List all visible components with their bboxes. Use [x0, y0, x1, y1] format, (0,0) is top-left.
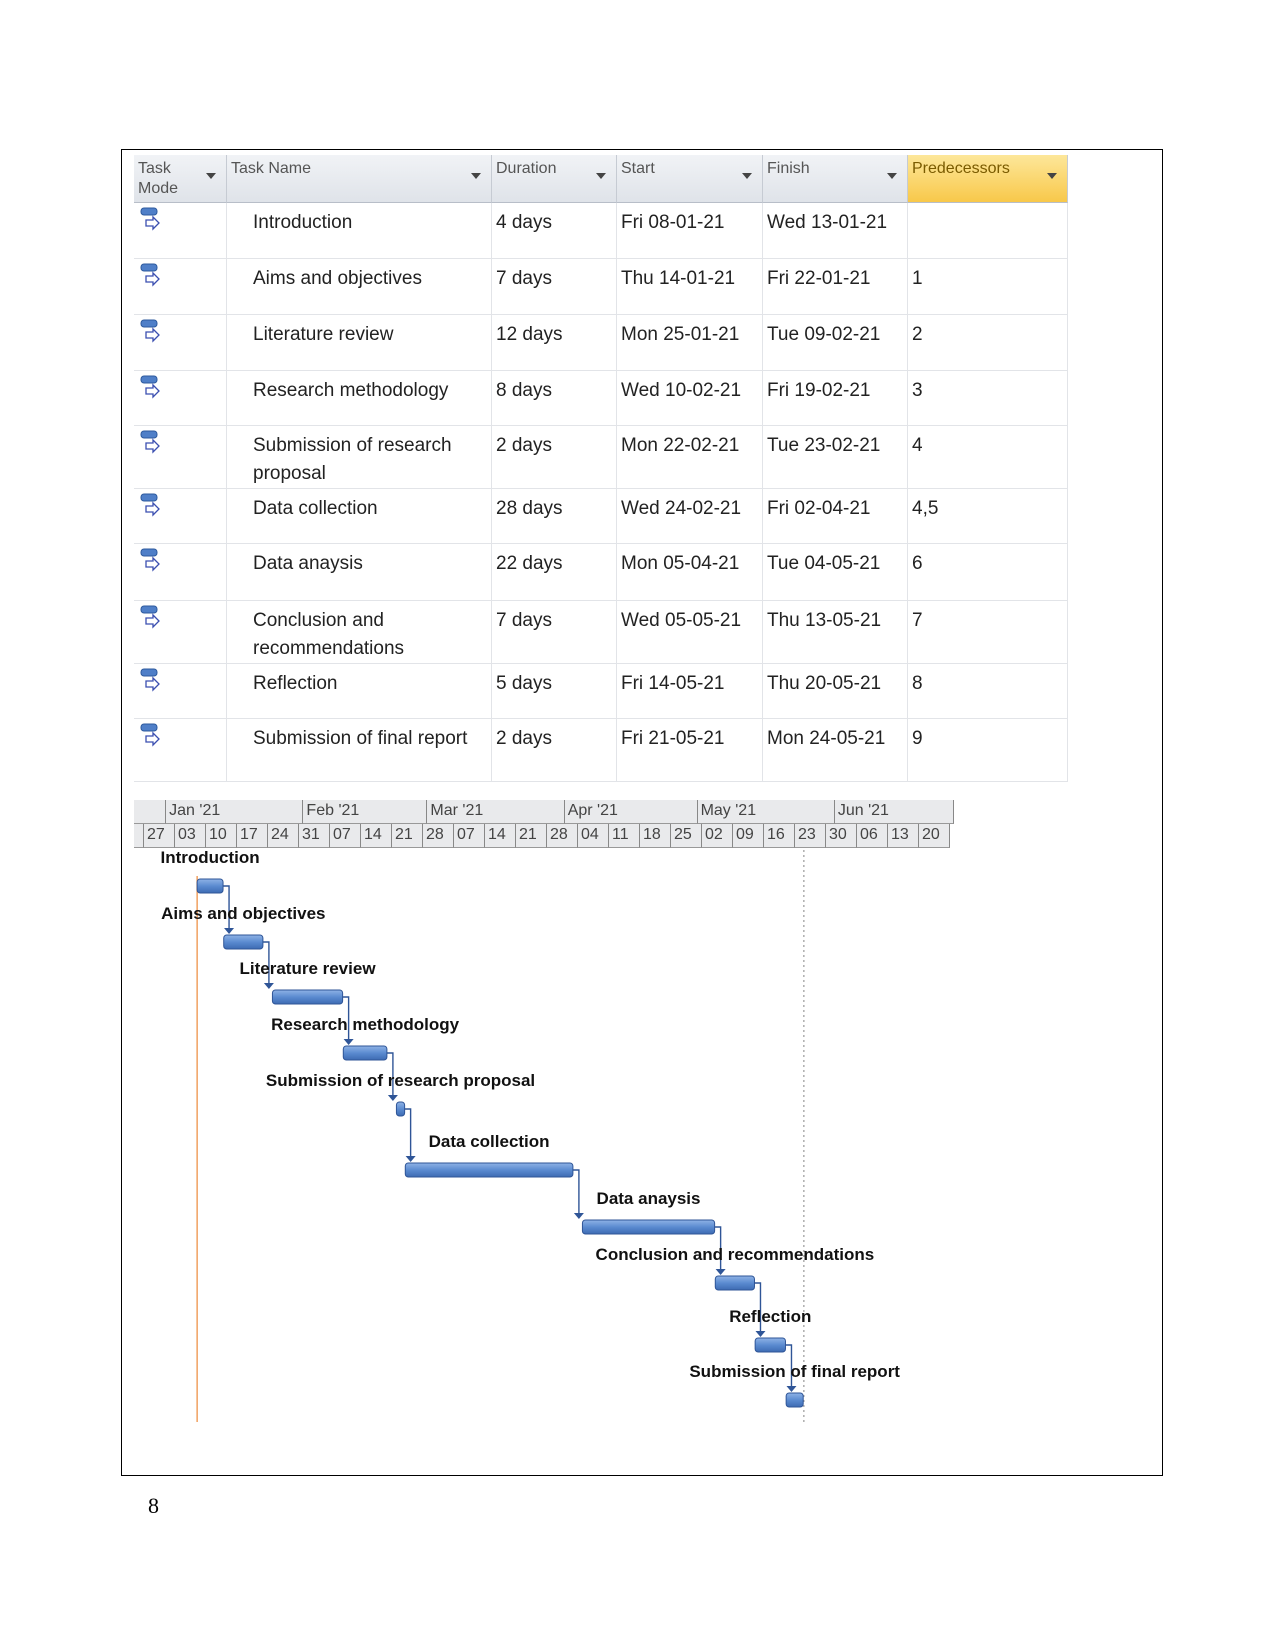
page-number: 8	[148, 1493, 159, 1518]
gantt-bar	[714, 1275, 755, 1291]
gantt-bar	[342, 1045, 388, 1061]
gantt-bar	[785, 1392, 804, 1408]
dependency-arrow-icon	[715, 1269, 726, 1275]
dependency-link	[572, 1169, 580, 1214]
gantt-chart	[196, 850, 805, 1422]
gantt-bar	[404, 1162, 574, 1178]
gantt-bar	[395, 1101, 406, 1117]
dependency-arrow-icon	[263, 983, 274, 989]
dependency-arrow-icon	[786, 1386, 797, 1392]
document-page: Task Mode Task Name Duration Start Finish Pre…	[0, 0, 1275, 1650]
gantt-bar	[754, 1337, 786, 1353]
gantt-bar-label: Introduction	[160, 848, 260, 867]
gantt-bar-label: Literature review	[239, 959, 376, 978]
gantt-bar	[223, 934, 264, 950]
gantt-bar-label: Submission of final report	[689, 1362, 900, 1381]
gantt-bar-label: Submission of research proposal	[265, 1071, 536, 1090]
gantt-bar-label: Reflection	[729, 1307, 812, 1326]
dependency-arrow-icon	[343, 1039, 354, 1045]
dependency-link	[404, 1108, 412, 1157]
gantt-bar	[581, 1219, 716, 1235]
dependency-arrow-icon	[573, 1213, 584, 1219]
dependency-arrow-icon	[387, 1095, 398, 1101]
dependency-arrow-icon	[755, 1331, 766, 1337]
gantt-bar	[196, 878, 224, 894]
gantt-bar-label: Research methodology	[271, 1015, 460, 1034]
gantt-bar-label: Data anaysis	[596, 1189, 701, 1208]
dependency-arrow-icon	[224, 928, 235, 934]
gantt-bar	[271, 989, 344, 1005]
dependency-arrow-icon	[405, 1156, 416, 1162]
gantt-bar-label: Data collection	[428, 1132, 550, 1151]
gantt-bar-label: Aims and objectives	[161, 904, 326, 923]
gantt-bar-label: Conclusion and recommendations	[595, 1245, 875, 1264]
